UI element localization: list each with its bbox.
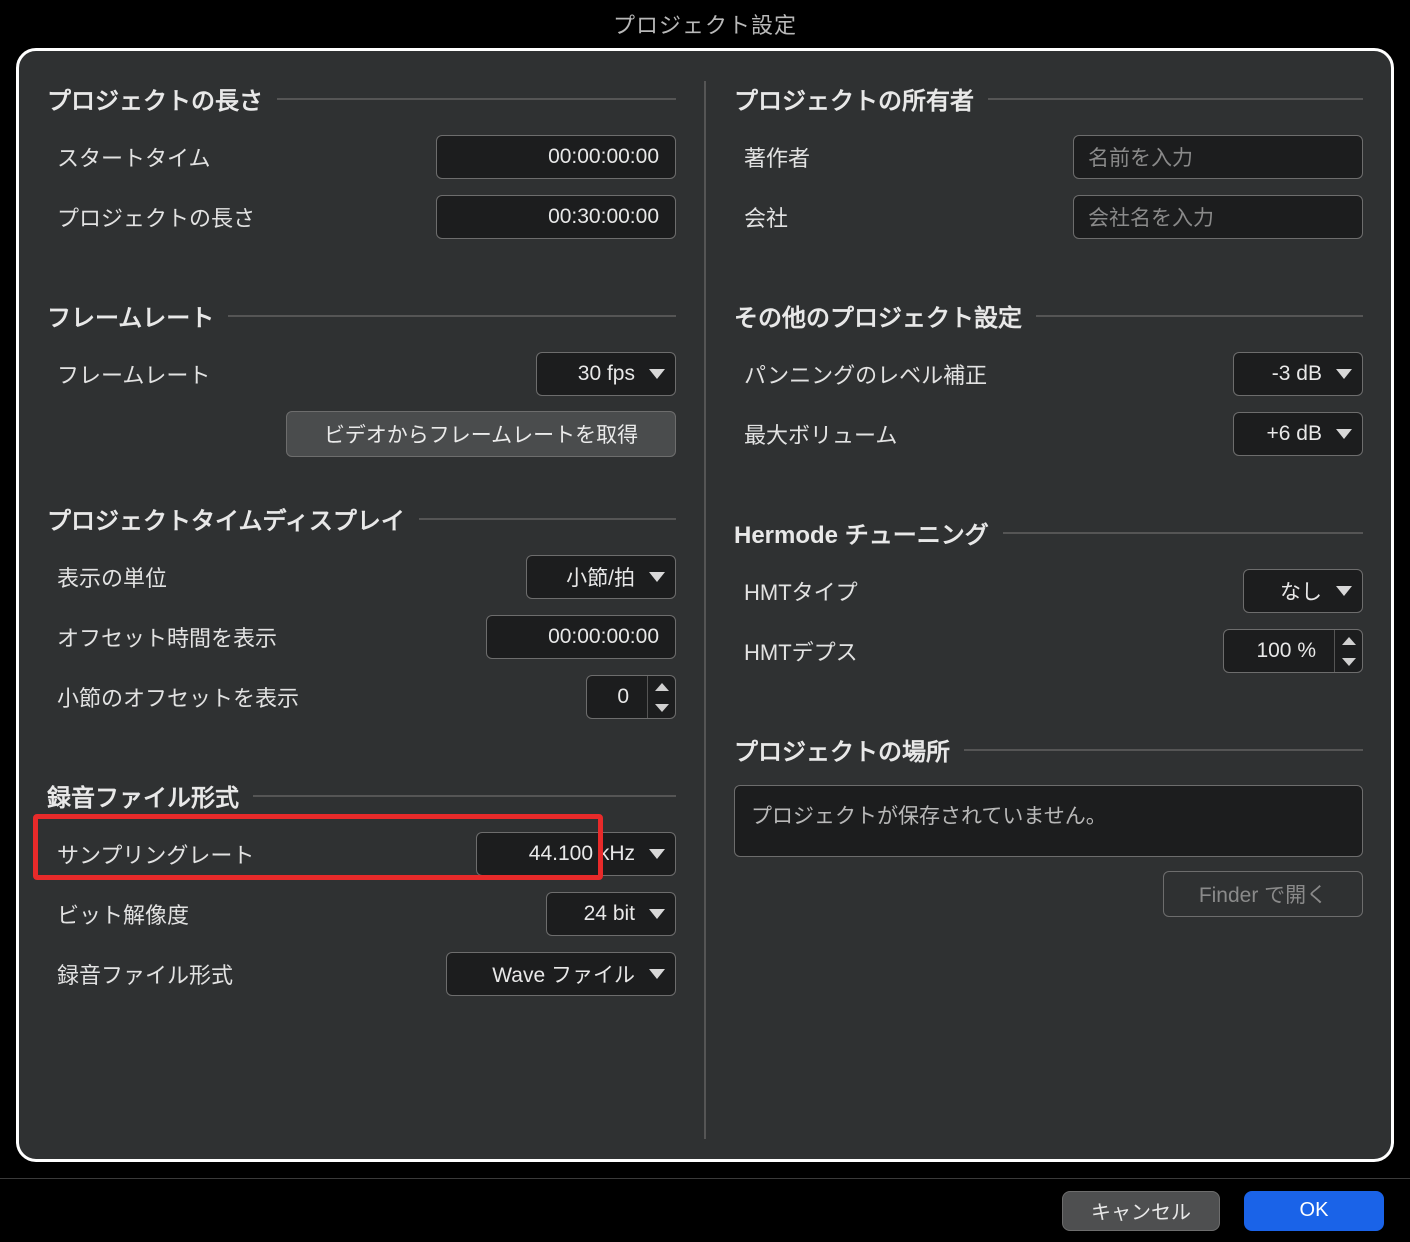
group-hermode: Hermode チューニング HMTタイプ なし HMTデプス 100 %: [734, 515, 1363, 688]
project-length-label: プロジェクトの長さ: [47, 201, 255, 233]
window-title-text: プロジェクト設定: [613, 8, 797, 40]
sample-rate-dropdown[interactable]: 44.100 kHz: [476, 832, 676, 876]
stepper-arrows[interactable]: [647, 676, 675, 718]
project-settings-window: プロジェクト設定 プロジェクトの長さ スタートタイム 00:00:00:00 プ…: [0, 0, 1410, 1242]
hmt-type-dropdown[interactable]: なし: [1243, 569, 1363, 613]
offset-time-label: オフセット時間を表示: [47, 621, 277, 653]
ok-button[interactable]: OK: [1244, 1191, 1384, 1231]
project-length-input[interactable]: 00:30:00:00: [436, 195, 676, 239]
group-project-location: プロジェクトの場所 プロジェクトが保存されていません。 Finder で開く: [734, 732, 1363, 917]
company-input[interactable]: 会社名を入力: [1073, 195, 1363, 239]
divider: [1036, 315, 1363, 317]
chevron-up-icon: [1342, 637, 1356, 645]
chevron-down-icon: [649, 572, 665, 582]
group-title-other: その他のプロジェクト設定: [734, 298, 1022, 333]
sample-rate-row: サンプリングレート 44.100 kHz: [47, 831, 676, 877]
left-column: プロジェクトの長さ スタートタイム 00:00:00:00 プロジェクトの長さ …: [47, 81, 706, 1139]
chevron-down-icon: [649, 369, 665, 379]
hmt-depth-stepper[interactable]: 100 %: [1223, 629, 1363, 673]
group-title-recording: 録音ファイル形式: [47, 778, 239, 813]
cancel-button[interactable]: キャンセル: [1062, 1191, 1220, 1231]
chevron-down-icon: [1342, 658, 1356, 666]
group-title-hermode: Hermode チューニング: [734, 515, 989, 550]
recording-file-format-dropdown[interactable]: Wave ファイル: [446, 952, 676, 996]
bar-offset-stepper[interactable]: 0: [586, 675, 676, 719]
get-frame-rate-from-video-button[interactable]: ビデオからフレームレートを取得: [286, 411, 676, 457]
start-time-input[interactable]: 00:00:00:00: [436, 135, 676, 179]
divider: [277, 98, 676, 100]
stepper-arrows[interactable]: [1334, 630, 1362, 672]
author-input[interactable]: 名前を入力: [1073, 135, 1363, 179]
group-title-owner: プロジェクトの所有者: [734, 81, 974, 116]
chevron-down-icon: [649, 849, 665, 859]
divider: [419, 518, 676, 520]
group-title-frame-rate: フレームレート: [47, 298, 214, 333]
hmt-type-label: HMTタイプ: [734, 575, 858, 607]
display-unit-label: 表示の単位: [47, 561, 167, 593]
right-column: プロジェクトの所有者 著作者 名前を入力 会社 会社名を入力 その他のプロジェク…: [706, 81, 1363, 1139]
group-frame-rate: フレームレート フレームレート 30 fps ビデオからフレームレートを取得: [47, 298, 676, 457]
company-label: 会社: [734, 201, 788, 233]
dialog-footer: キャンセル OK: [0, 1178, 1410, 1242]
bit-depth-dropdown[interactable]: 24 bit: [546, 892, 676, 936]
chevron-up-icon: [655, 683, 669, 691]
bar-offset-label: 小節のオフセットを表示: [47, 681, 299, 713]
offset-time-input[interactable]: 00:00:00:00: [486, 615, 676, 659]
panning-label: パンニングのレベル補正: [734, 358, 987, 390]
chevron-down-icon: [649, 969, 665, 979]
bit-depth-label: ビット解像度: [47, 898, 189, 930]
divider: [988, 98, 1363, 100]
divider: [253, 795, 676, 797]
group-title-project-length: プロジェクトの長さ: [47, 81, 263, 116]
group-project-owner: プロジェクトの所有者 著作者 名前を入力 会社 会社名を入力: [734, 81, 1363, 254]
max-volume-dropdown[interactable]: +6 dB: [1233, 412, 1363, 456]
start-time-label: スタートタイム: [47, 141, 211, 173]
display-unit-dropdown[interactable]: 小節/拍: [526, 555, 676, 599]
group-recording-format: 録音ファイル形式 サンプリングレート 44.100 kHz ビット解像度 24 …: [47, 778, 676, 1011]
project-location-display: プロジェクトが保存されていません。: [734, 785, 1363, 857]
frame-rate-label: フレームレート: [47, 358, 210, 390]
divider: [1003, 532, 1363, 534]
divider: [964, 749, 1363, 751]
chevron-down-icon: [649, 909, 665, 919]
chevron-down-icon: [1336, 369, 1352, 379]
hmt-depth-label: HMTデプス: [734, 635, 858, 667]
window-title: プロジェクト設定: [0, 0, 1410, 48]
sample-rate-label: サンプリングレート: [47, 838, 254, 870]
chevron-down-icon: [1336, 586, 1352, 596]
chevron-down-icon: [1336, 429, 1352, 439]
frame-rate-dropdown[interactable]: 30 fps: [536, 352, 676, 396]
max-volume-label: 最大ボリューム: [734, 418, 897, 450]
group-title-time-display: プロジェクトタイムディスプレイ: [47, 501, 405, 536]
group-title-location: プロジェクトの場所: [734, 732, 950, 767]
panning-dropdown[interactable]: -3 dB: [1233, 352, 1363, 396]
author-label: 著作者: [734, 141, 810, 173]
open-in-finder-button[interactable]: Finder で開く: [1163, 871, 1363, 917]
recording-file-format-label: 録音ファイル形式: [47, 958, 233, 990]
group-time-display: プロジェクトタイムディスプレイ 表示の単位 小節/拍 オフセット時間を表示 00…: [47, 501, 676, 734]
group-other-settings: その他のプロジェクト設定 パンニングのレベル補正 -3 dB 最大ボリューム +…: [734, 298, 1363, 471]
chevron-down-icon: [655, 704, 669, 712]
divider: [228, 315, 676, 317]
settings-panel: プロジェクトの長さ スタートタイム 00:00:00:00 プロジェクトの長さ …: [16, 48, 1394, 1162]
group-project-length: プロジェクトの長さ スタートタイム 00:00:00:00 プロジェクトの長さ …: [47, 81, 676, 254]
